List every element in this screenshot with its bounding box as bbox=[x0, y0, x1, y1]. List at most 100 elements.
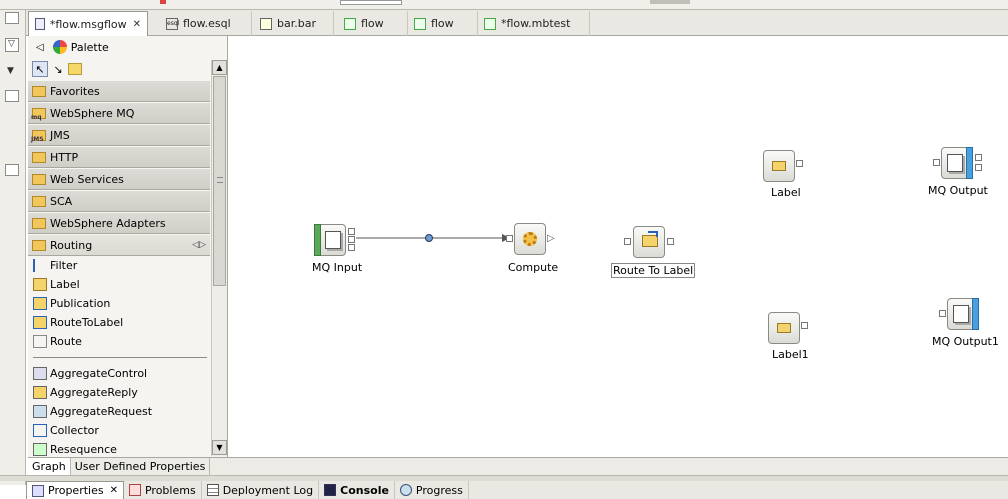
connection-tool-icon[interactable]: ↘ bbox=[50, 61, 66, 77]
output-terminal[interactable]: ▷ bbox=[547, 234, 555, 244]
output-terminal[interactable] bbox=[801, 322, 808, 329]
palette-title: Palette bbox=[70, 40, 109, 54]
output-terminal[interactable] bbox=[348, 244, 355, 251]
scroll-up-icon[interactable]: ▲ bbox=[212, 60, 227, 75]
tab-graph[interactable]: Graph bbox=[28, 458, 71, 475]
tab-deployment-log[interactable]: Deployment Log bbox=[202, 481, 320, 499]
scroll-down-icon[interactable]: ▼ bbox=[212, 440, 227, 455]
input-terminal[interactable] bbox=[506, 235, 513, 242]
aggregate-control-icon bbox=[33, 367, 47, 380]
tab-problems[interactable]: Problems bbox=[124, 481, 202, 499]
esql-icon: esql bbox=[166, 17, 179, 30]
toolbar-combo[interactable] bbox=[340, 0, 402, 5]
palette-scrollbar[interactable]: ▲ ▼ bbox=[211, 60, 227, 456]
mq-input-icon bbox=[314, 224, 346, 256]
tab-properties[interactable]: Properties ✕ bbox=[26, 481, 124, 499]
tab-bar-bar[interactable]: bar.bar bbox=[254, 11, 334, 36]
folder-icon bbox=[32, 151, 46, 163]
drawer-routing[interactable]: Routing ◁▷ bbox=[28, 234, 210, 256]
document-icon bbox=[484, 17, 496, 30]
output-terminal[interactable] bbox=[667, 238, 674, 245]
folder-icon bbox=[32, 195, 46, 207]
drawer-favorites[interactable]: Favorites bbox=[28, 80, 210, 102]
palette-tools: ↖ ↘ bbox=[30, 59, 210, 79]
palette-entry-publication[interactable]: Publication bbox=[28, 294, 210, 313]
tab-flow-mbtest[interactable]: *flow.mbtest bbox=[478, 11, 590, 36]
view-tabs: Properties ✕ Problems Deployment Log Con… bbox=[26, 481, 1008, 499]
tab-flow-esql[interactable]: esql flow.esql bbox=[160, 11, 252, 36]
label-icon bbox=[763, 150, 795, 182]
view-menu-icon[interactable]: ▽ bbox=[5, 38, 19, 52]
tab-user-defined-properties[interactable]: User Defined Properties bbox=[71, 458, 211, 475]
minimize-icon[interactable] bbox=[5, 90, 19, 102]
editor-tabs: *flow.msgflow ✕ esql flow.esql bar.bar f… bbox=[26, 10, 1008, 36]
node-label: Label bbox=[771, 186, 801, 199]
message-flow-canvas[interactable]: MQ Input ▷ Compute Route To Label Label bbox=[230, 36, 1008, 457]
close-icon[interactable]: ✕ bbox=[133, 19, 141, 30]
input-terminal[interactable] bbox=[933, 159, 940, 166]
select-tool-icon[interactable]: ↖ bbox=[32, 61, 48, 77]
output-terminal[interactable] bbox=[975, 164, 982, 171]
note-tool-icon[interactable] bbox=[68, 63, 82, 75]
document-icon bbox=[414, 17, 426, 30]
palette-entry-aggregaterequest[interactable]: AggregateRequest bbox=[28, 402, 210, 421]
tab-flow-msgflow[interactable]: *flow.msgflow ✕ bbox=[28, 11, 148, 36]
palette-entry-route[interactable]: Route bbox=[28, 332, 210, 351]
node-label: MQ Input bbox=[312, 261, 363, 274]
drawer-websphere-adapters[interactable]: WebSphere Adapters bbox=[28, 212, 210, 234]
restore-icon[interactable] bbox=[5, 164, 19, 176]
collapse-palette-icon[interactable]: ◁ bbox=[36, 42, 44, 53]
output-terminal[interactable] bbox=[348, 236, 355, 243]
output-terminal[interactable] bbox=[796, 160, 803, 167]
label-icon bbox=[768, 312, 800, 344]
folder-mq-icon: mq bbox=[31, 107, 46, 121]
connections-layer bbox=[356, 234, 510, 242]
folder-icon bbox=[32, 85, 46, 97]
folder-globe-icon bbox=[32, 173, 46, 185]
scrollbar-thumb[interactable] bbox=[213, 76, 226, 286]
drawer-sca[interactable]: SCA bbox=[28, 190, 210, 212]
node-label: Compute bbox=[508, 261, 559, 274]
palette-header: ◁ Palette bbox=[28, 36, 228, 58]
drawer-jms[interactable]: JMS JMS bbox=[28, 124, 210, 146]
bar-file-icon bbox=[260, 17, 272, 30]
progress-icon bbox=[399, 484, 412, 496]
label-icon bbox=[33, 278, 47, 291]
tab-flow[interactable]: flow bbox=[408, 11, 478, 36]
palette-entry-label[interactable]: Label bbox=[28, 275, 210, 294]
publication-icon bbox=[33, 297, 47, 310]
restore-icon[interactable] bbox=[5, 12, 19, 24]
tab-console[interactable]: Console bbox=[319, 481, 395, 499]
palette-icon bbox=[52, 40, 67, 54]
palette-entry-aggregatecontrol[interactable]: AggregateControl bbox=[28, 364, 210, 383]
folder-jms-icon: JMS bbox=[31, 129, 46, 143]
toolbar-stop-icon[interactable] bbox=[160, 0, 166, 4]
palette-entry-routetolabel[interactable]: RouteToLabel bbox=[28, 313, 210, 332]
palette-entry-filter[interactable]: Filter bbox=[28, 256, 210, 275]
palette-entry-collector[interactable]: Collector bbox=[28, 421, 210, 440]
left-trim-bar: ▽ ▼ bbox=[0, 10, 26, 485]
mq-output-icon bbox=[947, 298, 979, 330]
properties-icon bbox=[32, 484, 44, 497]
top-toolbar-strip bbox=[0, 0, 1008, 10]
input-terminal[interactable] bbox=[939, 310, 946, 317]
close-icon[interactable]: ✕ bbox=[110, 485, 118, 496]
drawer-http[interactable]: HTTP bbox=[28, 146, 210, 168]
palette-entry-aggregatereply[interactable]: AggregateReply bbox=[28, 383, 210, 402]
document-icon bbox=[344, 17, 356, 30]
toolbar-buttons[interactable] bbox=[650, 0, 690, 4]
aggregate-reply-icon bbox=[33, 386, 47, 399]
output-terminal[interactable] bbox=[348, 228, 355, 235]
drawer-web-services[interactable]: Web Services bbox=[28, 168, 210, 190]
output-terminal[interactable] bbox=[975, 154, 982, 161]
dropdown-arrow-icon[interactable]: ▼ bbox=[7, 67, 14, 76]
drawer-websphere-mq[interactable]: mq WebSphere MQ bbox=[28, 102, 210, 124]
pin-icon[interactable]: ◁▷ bbox=[192, 240, 206, 250]
resequence-icon bbox=[33, 443, 47, 456]
node-label[interactable]: Route To Label bbox=[611, 263, 696, 278]
route-icon bbox=[33, 335, 47, 348]
input-terminal[interactable] bbox=[624, 238, 631, 245]
connection-bendpoint[interactable] bbox=[425, 234, 433, 242]
tab-progress[interactable]: Progress bbox=[395, 481, 469, 499]
tab-flow[interactable]: flow bbox=[338, 11, 408, 36]
